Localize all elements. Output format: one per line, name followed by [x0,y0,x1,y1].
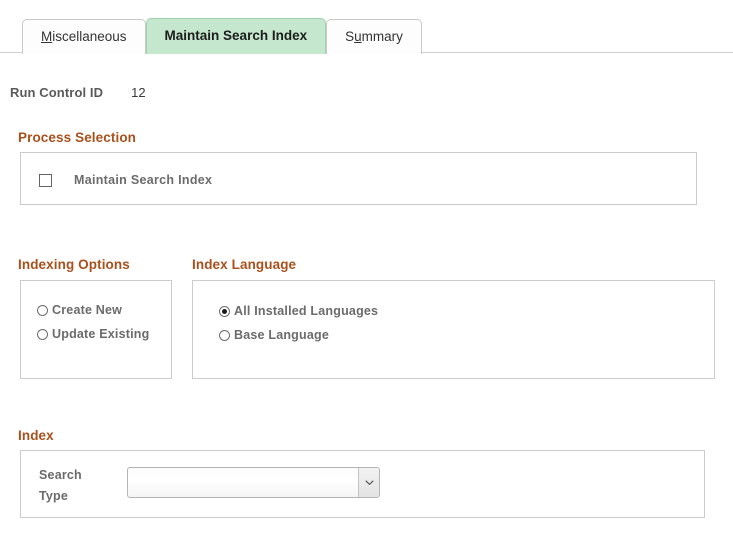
radio-create-new-label: Create New [52,303,123,317]
maintain-search-index-checkbox[interactable] [39,173,52,187]
radio-row-update-existing[interactable]: Update Existing [37,322,149,346]
tab-summary-prefix: S [345,29,355,44]
tab-summary-accesskey: u [354,29,362,44]
tab-summary[interactable]: Summary [326,19,422,54]
radio-update-existing-label: Update Existing [52,327,150,341]
run-control-row: Run Control ID 12 [10,85,146,100]
tab-maintain-search-index-label: Maintain Search Index [164,28,308,43]
tab-maintain-search-index[interactable]: Maintain Search Index [145,18,327,54]
radio-all-installed-languages[interactable] [219,305,230,317]
radio-base-language-label: Base Language [234,328,329,342]
indexing-options-heading: Indexing Options [18,257,130,272]
radio-base-language[interactable] [219,329,230,341]
radio-all-installed-languages-label: All Installed Languages [234,304,379,318]
radio-row-create-new[interactable]: Create New [37,298,149,322]
tab-list: Miscellaneous Maintain Search Index Summ… [22,18,422,54]
radio-update-existing[interactable] [37,328,48,340]
index-heading: Index [18,428,54,443]
search-type-label: Search Type [39,468,82,503]
tab-bar: Miscellaneous Maintain Search Index Summ… [0,0,733,54]
indexing-options-radio-group: Create New Update Existing [37,298,149,346]
index-panel: Search Type [20,450,705,518]
search-type-dropdown-value[interactable] [128,468,358,497]
maintain-search-index-checkbox-label: Maintain Search Index [74,173,213,187]
radio-create-new[interactable] [37,304,48,316]
tab-summary-label: mmary [361,29,403,44]
run-control-id-label: Run Control ID [10,85,104,100]
index-language-heading: Index Language [192,257,297,272]
maintain-search-index-checkbox-row[interactable]: Maintain Search Index [39,173,212,187]
tab-miscellaneous-label: iscellaneous [52,29,127,44]
tab-miscellaneous[interactable]: Miscellaneous [22,19,146,54]
indexing-options-panel: Create New Update Existing [20,280,172,379]
index-language-panel: All Installed Languages Base Language [192,280,715,379]
process-selection-panel: Maintain Search Index [20,152,697,205]
chevron-down-icon [365,480,373,485]
radio-row-base-language[interactable]: Base Language [219,323,378,347]
index-language-radio-group: All Installed Languages Base Language [219,299,378,347]
search-type-dropdown[interactable] [127,467,380,498]
search-type-dropdown-wrap [127,467,380,498]
process-selection-heading: Process Selection [18,130,137,145]
run-control-id-value: 12 [131,85,146,100]
radio-row-all-installed-languages[interactable]: All Installed Languages [219,299,378,323]
tab-miscellaneous-accesskey: M [41,29,53,44]
search-type-dropdown-button[interactable] [358,468,379,497]
